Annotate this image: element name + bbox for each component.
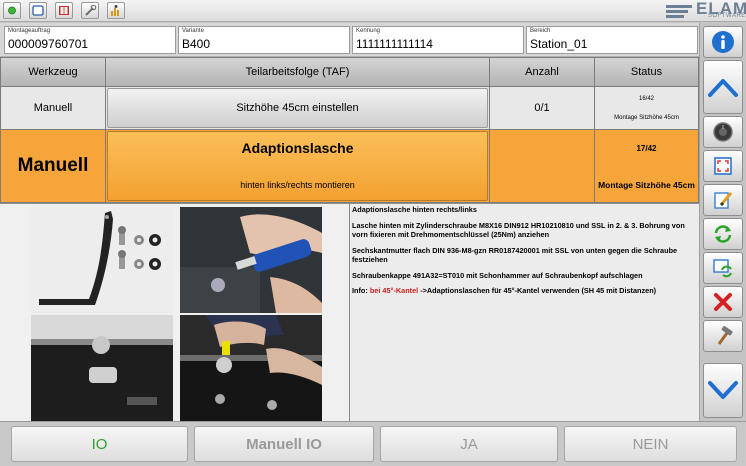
nein-button[interactable]: NEIN: [564, 426, 737, 462]
book-icon[interactable]: [55, 2, 73, 19]
wrench-icon[interactable]: [81, 2, 99, 19]
instruction-text-panel: Adaptionslasche hinten rechts/links Lasc…: [350, 204, 699, 422]
variant-field[interactable]: Variante B400: [178, 26, 350, 54]
fullscreen-icon[interactable]: [703, 150, 743, 182]
order-info-bar: Montageauftrag 000009760701 Variante B40…: [0, 23, 699, 57]
row-2-tool-text: Manuell: [17, 155, 89, 176]
manual-io-button[interactable]: Manuell IO: [194, 426, 374, 462]
table-row-1-count: 0/1: [489, 86, 595, 130]
info-prefix: Info:: [352, 286, 370, 295]
logo-subtitle: SOFTWARE: [708, 13, 746, 19]
order-number-value: 000009760701: [8, 37, 89, 51]
io-button-label: IO: [91, 435, 108, 453]
row-1-taf-button[interactable]: Sitzhöhe 45cm einstellen: [107, 88, 488, 128]
io-button[interactable]: IO: [11, 426, 188, 462]
table-row-2-status: 17/42 Montage Sitzhöhe 45cm: [594, 129, 699, 203]
order-number-label: Montageauftrag: [8, 28, 51, 34]
table-row-2-count: [489, 129, 595, 203]
edit-icon[interactable]: [703, 184, 743, 216]
top-toolbar: ELAM SOFTWARE: [0, 0, 746, 22]
cancel-icon[interactable]: [703, 286, 743, 318]
row-1-status-text: Montage Sitzhöhe 45cm: [614, 115, 679, 121]
variant-label: Variante: [182, 28, 204, 34]
photo-panel: [0, 204, 350, 422]
column-header-taf: Teilarbeitsfolge (TAF): [105, 57, 490, 87]
area-label: Bereich: [530, 28, 551, 34]
table-row-1-tool: Manuell: [0, 86, 106, 130]
row-1-tool-text: Manuell: [33, 102, 73, 114]
row-1-status-number: 16/42: [638, 96, 654, 102]
instruction-step-2: Sechskantmutter flach DIN 936-M8-gzn RR0…: [352, 245, 678, 265]
manual-io-button-label: Manuell IO: [246, 435, 322, 453]
identifier-label: Kennung: [356, 28, 381, 34]
column-header-count: Anzahl: [489, 57, 595, 87]
row-2-status-text: Montage Sitzhöhe 45cm: [598, 180, 695, 190]
window-icon[interactable]: [29, 2, 47, 19]
row-1-taf-title: Sitzhöhe 45cm einstellen: [236, 102, 359, 114]
identifier-field[interactable]: Kennung 1111111111114: [352, 26, 524, 54]
identifier-value: 1111111111114: [356, 37, 433, 51]
column-header-status: Status: [594, 57, 699, 87]
instruction-step-1: Lasche hinten mit Zylinderschraube M8X16…: [352, 220, 685, 240]
row-2-taf-subtitle: hinten links/rechts montieren: [240, 180, 355, 190]
ja-button-label: JA: [460, 435, 478, 453]
arrow-down-icon[interactable]: [703, 363, 743, 418]
tightening-photo[interactable]: [180, 315, 322, 421]
arrow-up-icon[interactable]: [703, 60, 743, 114]
mounted-bracket-photo[interactable]: [31, 315, 173, 421]
hammer-icon[interactable]: [703, 320, 743, 352]
row-2-taf-title: Adaptionslasche: [241, 140, 354, 156]
nein-button-label: NEIN: [632, 435, 669, 453]
status-dot-icon[interactable]: [3, 2, 21, 19]
area-field[interactable]: Bereich Station_01: [526, 26, 698, 54]
repeat-window-icon[interactable]: [703, 252, 743, 284]
right-sidebar: [699, 23, 746, 421]
area-value: Station_01: [530, 37, 588, 51]
bottom-action-bar: IO Manuell IO JA NEIN: [0, 421, 746, 466]
info-highlight: bei 45°-Kantel: [369, 286, 419, 295]
instruction-info: Info: bei 45°-Kantel ->Adaptionslaschen …: [352, 286, 697, 296]
threadlocker-photo[interactable]: [180, 207, 322, 313]
row-1-count-value: 0/1: [534, 102, 550, 114]
info-rest: ->Adaptionslaschen für 45°-Kantel verwen…: [418, 286, 657, 295]
order-number-field[interactable]: Montageauftrag 000009760701: [4, 26, 176, 54]
camera-lens-icon[interactable]: [703, 116, 743, 148]
parts-photo[interactable]: [31, 207, 173, 313]
chart-user-icon[interactable]: [107, 2, 125, 19]
variant-value: B400: [182, 37, 211, 51]
ja-button[interactable]: JA: [380, 426, 558, 462]
table-row-1-status: 16/42 Montage Sitzhöhe 45cm: [594, 86, 699, 130]
instruction-step-3: Schraubenkappe 491A32=ST010 mit Schonham…: [352, 270, 643, 280]
column-header-tool: Werkzeug: [0, 57, 106, 87]
table-row-2-tool: Manuell: [0, 129, 106, 203]
row-2-status-number: 17/42: [636, 144, 657, 153]
elam-logo: ELAM SOFTWARE: [666, 0, 746, 21]
table-row-1-taf: Sitzhöhe 45cm einstellen: [105, 86, 490, 130]
instruction-heading: Adaptionslasche hinten rechts/links: [352, 205, 477, 214]
row-2-taf-button[interactable]: Adaptionslasche hinten links/rechts mont…: [107, 131, 488, 201]
info-icon[interactable]: [703, 26, 743, 58]
work-steps-table: Werkzeug Teilarbeitsfolge (TAF) Anzahl S…: [0, 57, 699, 203]
instruction-detail: Adaptionslasche hinten rechts/links Lasc…: [0, 203, 699, 422]
table-row-2-taf: Adaptionslasche hinten links/rechts mont…: [105, 129, 490, 203]
refresh-icon[interactable]: [703, 218, 743, 250]
